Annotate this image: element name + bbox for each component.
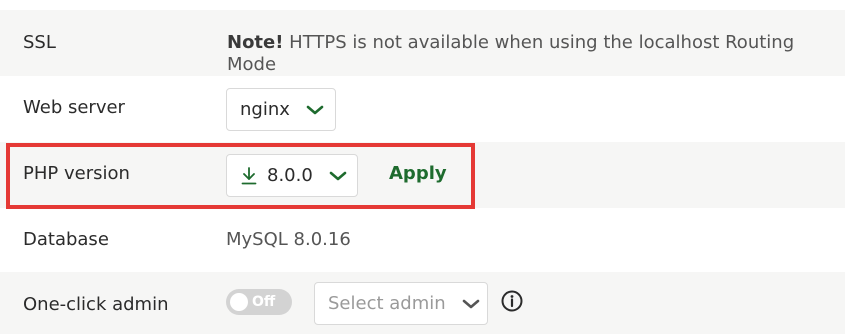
one-click-admin-label: One-click admin <box>23 294 169 315</box>
one-click-admin-row: One-click admin Select admin <box>0 272 845 334</box>
ssl-note-strong: Note! <box>227 32 284 53</box>
database-row: Database MySQL 8.0.16 <box>0 208 845 274</box>
ssl-note: Note! HTTPS is not available when using … <box>227 32 845 76</box>
chevron-down-icon <box>462 299 479 308</box>
ssl-note-text: HTTPS is not available when using the lo… <box>227 32 795 75</box>
web-server-label: Web server <box>23 97 125 118</box>
admin-select[interactable]: Select admin <box>314 282 488 325</box>
admin-select-placeholder: Select admin <box>328 293 446 314</box>
info-icon[interactable] <box>501 290 523 312</box>
database-value: MySQL 8.0.16 <box>226 229 351 250</box>
database-label: Database <box>23 229 109 250</box>
one-click-admin-toggle[interactable]: Off <box>226 289 292 315</box>
toggle-state-text: Off <box>252 294 276 310</box>
site-settings-panel: SSL Note! HTTPS is not available when us… <box>0 0 845 334</box>
web-server-selected-value: nginx <box>240 99 290 120</box>
ssl-row: SSL Note! HTTPS is not available when us… <box>0 10 845 76</box>
web-server-row: Web server nginx <box>0 76 845 142</box>
ssl-label: SSL <box>23 32 56 53</box>
chevron-down-icon <box>306 105 324 114</box>
web-server-select[interactable]: nginx <box>226 88 336 131</box>
toggle-knob <box>230 293 248 311</box>
php-version-highlight-box <box>6 143 475 209</box>
